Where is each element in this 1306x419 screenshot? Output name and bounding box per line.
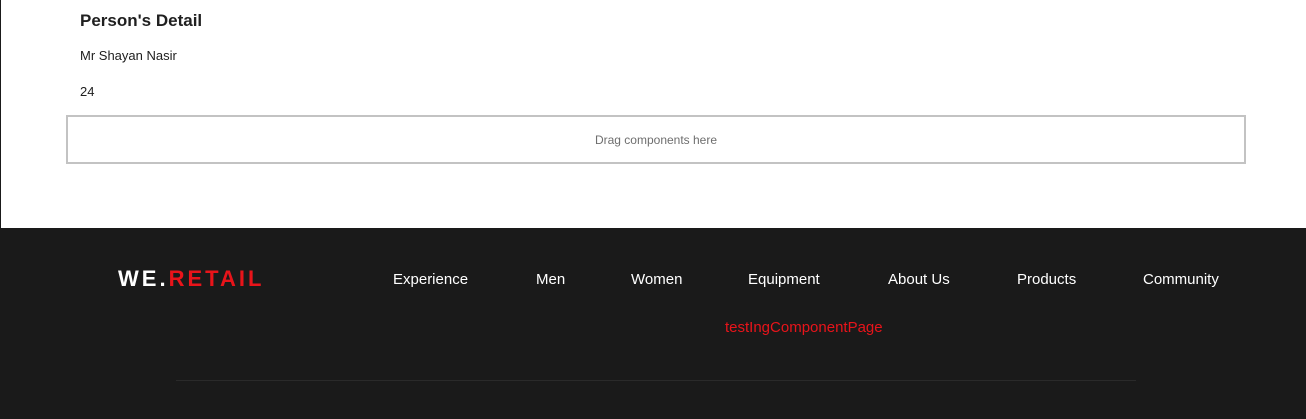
dropzone-label: Drag components here xyxy=(594,132,718,147)
page-title: Person's Detail xyxy=(80,11,203,30)
footer-nav-experience[interactable]: Experience xyxy=(393,271,468,288)
person-name: Mr Shayan Nasir xyxy=(80,48,177,63)
component-dropzone[interactable]: Drag components here xyxy=(66,115,1246,164)
person-age: 24 xyxy=(80,84,95,99)
footer-nav-about-us[interactable]: About Us xyxy=(888,271,950,288)
footer-nav-community[interactable]: Community xyxy=(1143,271,1219,288)
footer-nav-testing-component-page[interactable]: testIngComponentPage xyxy=(725,319,883,336)
footer: WE.RETAIL Experience Men Women Equipment… xyxy=(0,228,1306,419)
footer-nav-products[interactable]: Products xyxy=(1017,271,1076,288)
we-retail-logo[interactable]: WE.RETAIL xyxy=(118,266,264,292)
logo-we: WE xyxy=(118,266,160,291)
logo-dot: . xyxy=(159,266,169,291)
footer-nav-men[interactable]: Men xyxy=(536,271,565,288)
main-content: Person's Detail Mr Shayan Nasir 24 Drag … xyxy=(0,0,1306,228)
footer-divider xyxy=(176,380,1136,381)
footer-nav-equipment[interactable]: Equipment xyxy=(748,271,820,288)
logo-retail: RETAIL xyxy=(168,266,265,291)
footer-nav-women[interactable]: Women xyxy=(631,271,682,288)
